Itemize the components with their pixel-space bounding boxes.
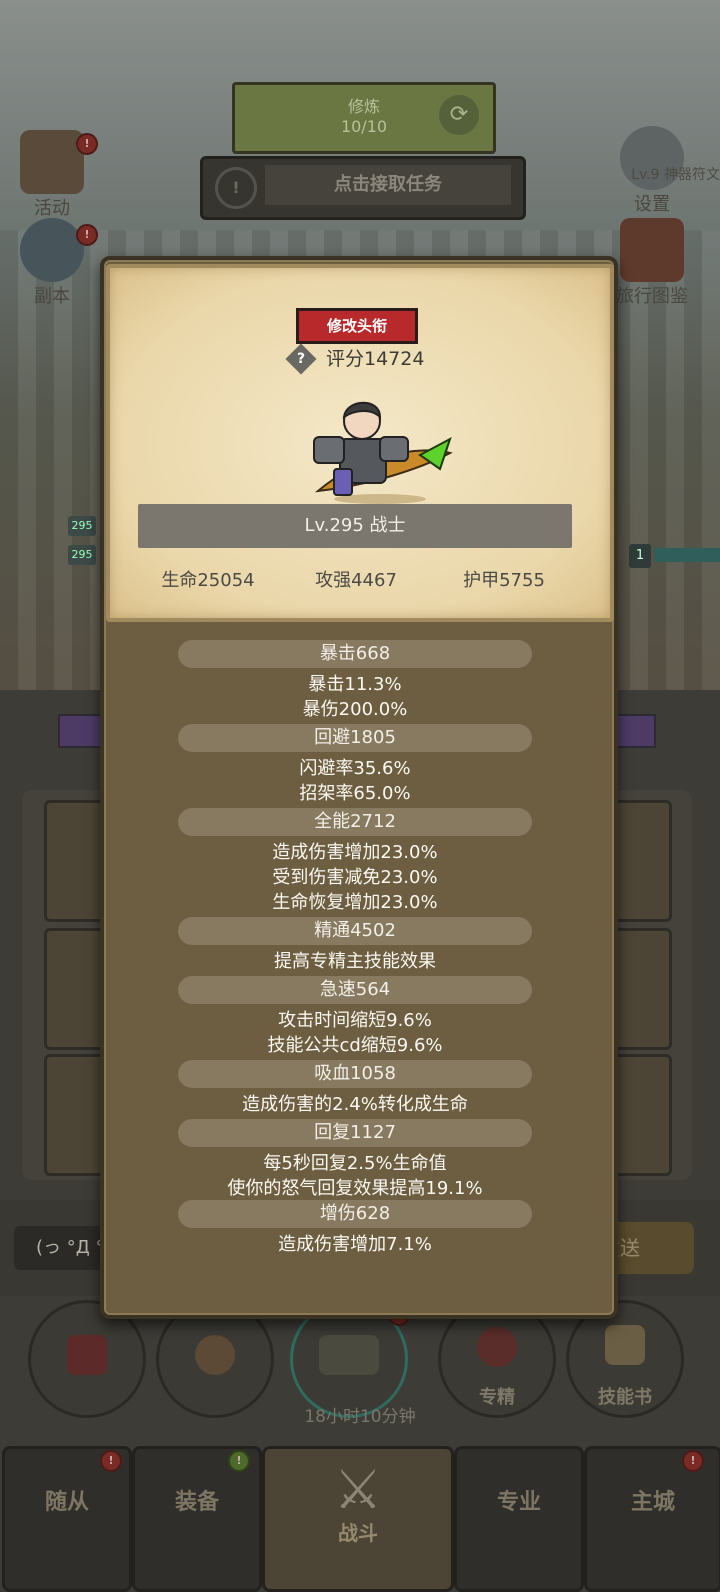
- stat-armor: 护甲5755: [463, 570, 545, 591]
- stat-line: 攻击时间缩短9.6%: [278, 1010, 432, 1031]
- character-name-level: Lv.295 战士: [138, 504, 572, 548]
- stat-line: 闪避率35.6%: [299, 758, 411, 779]
- stat-header-crit: 暴击668: [178, 640, 532, 668]
- stat-header-damage-bonus: 增伤628: [178, 1200, 532, 1228]
- stat-line: 暴伤200.0%: [302, 699, 408, 720]
- stat-line: 使你的怒气回复效果提高19.1%: [227, 1178, 483, 1199]
- stat-line: 造成伤害的2.4%转化成生命: [242, 1094, 468, 1115]
- stat-header-versatility: 全能2712: [178, 808, 532, 836]
- warrior-avatar: [313, 401, 453, 504]
- stat-line: 技能公共cd缩短9.6%: [267, 1035, 443, 1056]
- stat-health: 生命25054: [161, 570, 255, 591]
- stat-line: 招架率65.0%: [299, 783, 411, 804]
- stat-line: 造成伤害增加7.1%: [278, 1234, 432, 1255]
- stat-header-lifesteal: 吸血1058: [178, 1060, 532, 1088]
- stat-line: 提高专精主技能效果: [274, 951, 436, 972]
- stat-header-avoidance: 回避1805: [178, 724, 532, 752]
- stat-header-mastery: 精通4502: [178, 917, 532, 945]
- stat-header-regen: 回复1127: [178, 1119, 532, 1147]
- stat-line: 造成伤害增加23.0%: [272, 842, 438, 863]
- stat-line: 暴击11.3%: [308, 674, 402, 695]
- stat-line: 每5秒回复2.5%生命值: [263, 1153, 447, 1174]
- help-icon-glyph: ?: [296, 351, 306, 367]
- stat-line: 生命恢复增加23.0%: [272, 892, 438, 913]
- stat-attack-power: 攻强4467: [315, 570, 397, 591]
- stat-line: 受到伤害减免23.0%: [272, 867, 438, 888]
- score-text: 评分14724: [326, 348, 425, 370]
- change-title-button[interactable]: 修改头衔: [296, 308, 418, 344]
- stat-header-haste: 急速564: [178, 976, 532, 1004]
